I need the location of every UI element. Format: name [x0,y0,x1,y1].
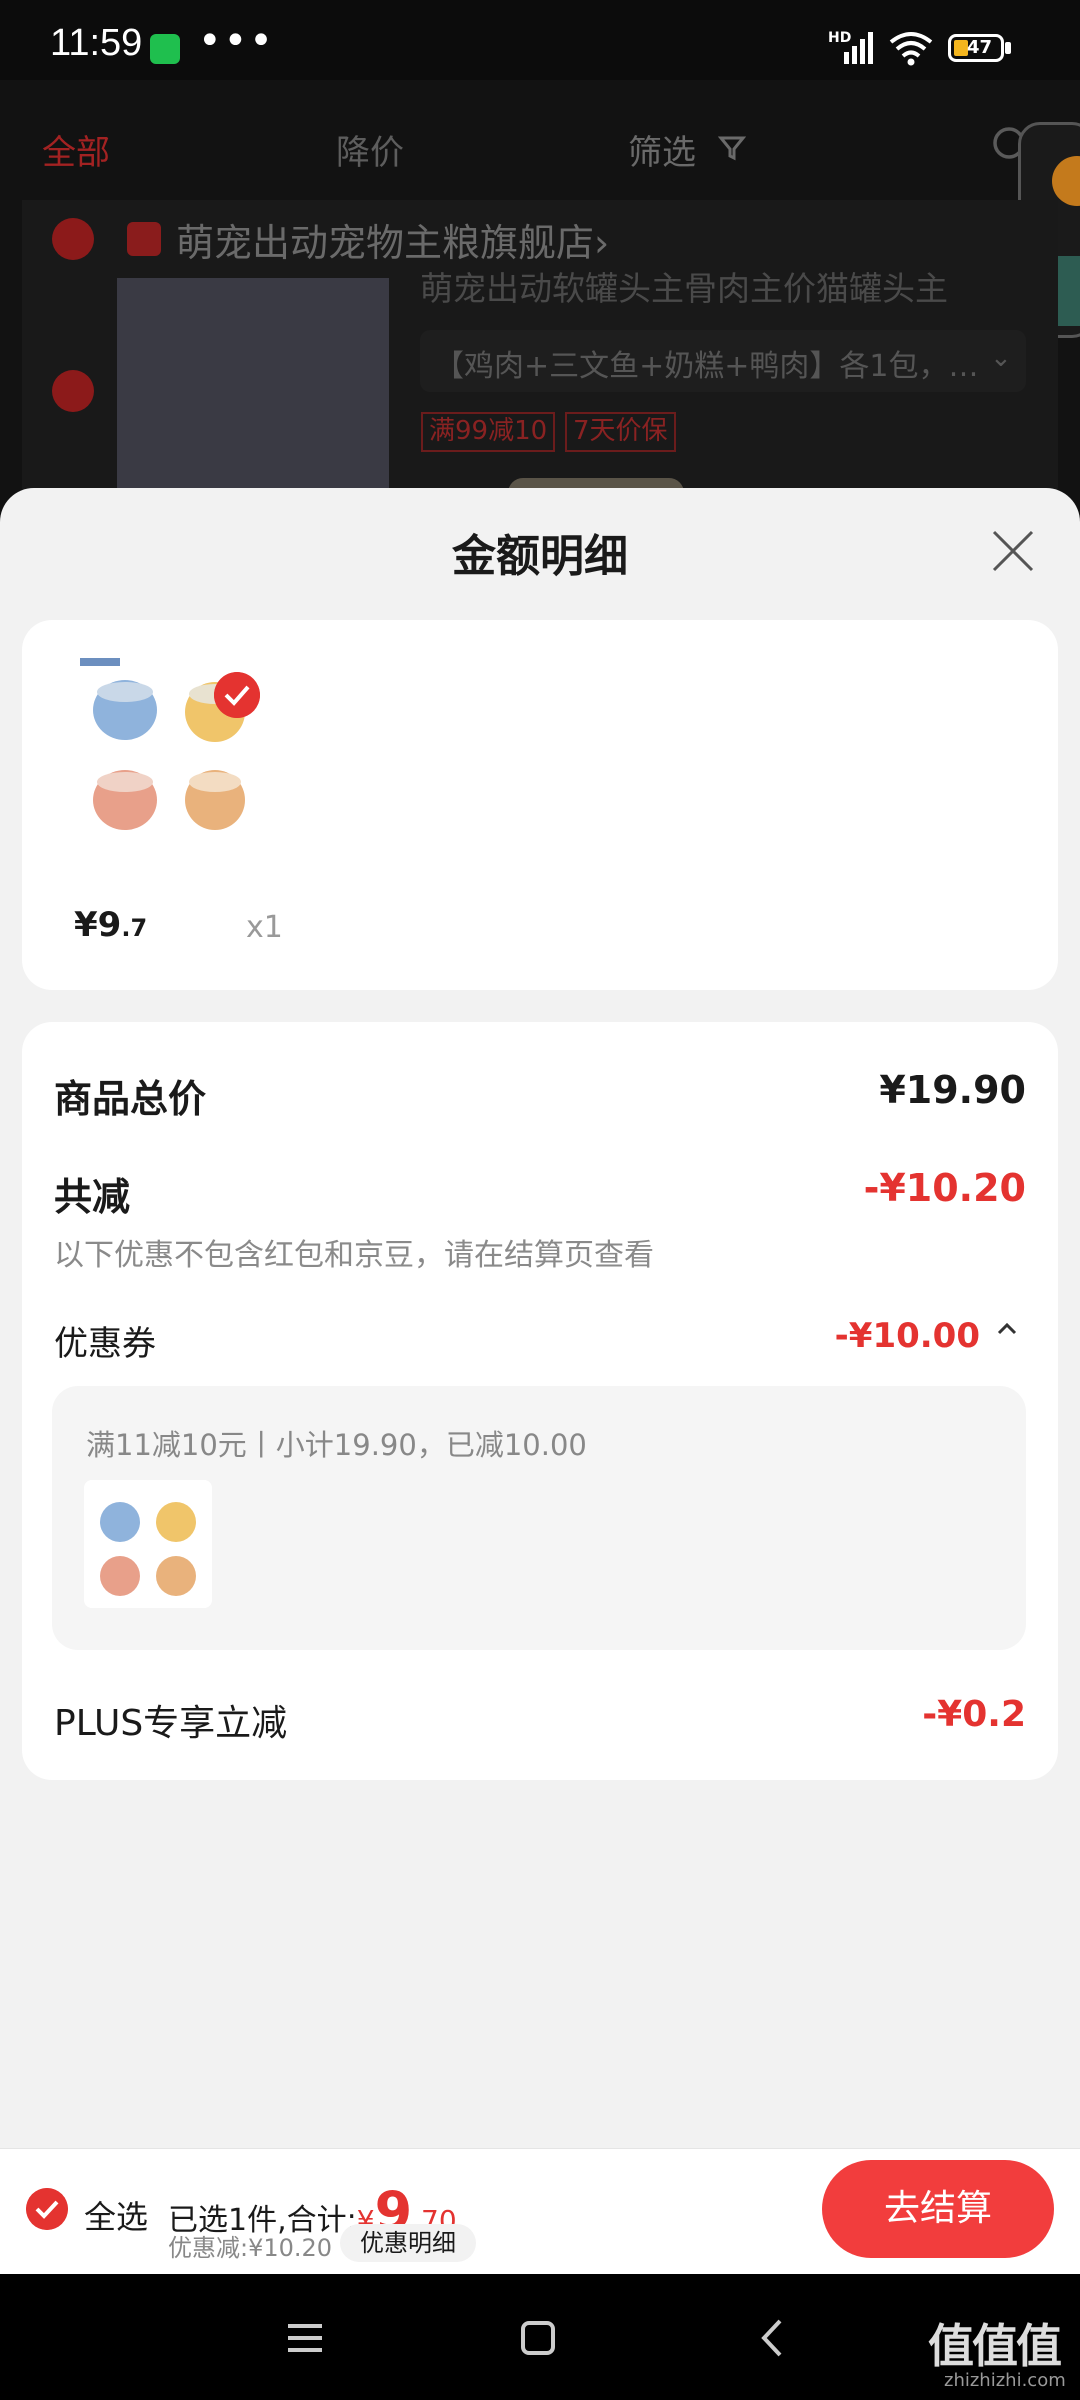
select-all-label[interactable]: 全选 [84,2192,148,2238]
total-price-value: ¥19.90 [879,1068,1026,1112]
battery-tip [1005,42,1011,54]
store-name[interactable]: 萌宠出动宠物主粮旗舰店› [176,212,609,267]
discount-detail-button[interactable]: 优惠明细 [340,2224,476,2262]
plus-discount-value: -¥0.2 [922,1694,1026,1735]
watermark-url: zhizhizhi.com [944,2370,1066,2391]
product-price: ¥9.7 [74,905,147,945]
tab-price-drop[interactable]: 降价 [336,125,404,174]
more-notifications-icon: ••• [198,18,275,64]
filter-icon[interactable] [718,134,746,162]
discount-label: 共减 [54,1175,131,1219]
price-decimal: .7 [121,914,148,942]
store-name-text: 萌宠出动宠物主粮旗舰店 [176,221,595,265]
checkout-button[interactable]: 去结算 [822,2160,1054,2258]
price-protect-tag: 7天价保 [565,412,676,452]
sheet-title: 金额明细 [452,531,628,582]
wifi-icon [889,32,933,66]
discount-value: -¥10.20 [863,1166,1026,1210]
tab-filter[interactable]: 筛选 [628,125,696,174]
chevron-right-icon: › [594,221,610,265]
back-icon[interactable] [760,2318,784,2358]
battery-icon: 47 [948,34,1004,62]
variant-text: 【鸡肉+三文鱼+奶糕+鸭肉】各1包，… [434,349,979,384]
coupon-value[interactable]: -¥10.00 [650,1316,980,1356]
tab-all[interactable]: 全部 [42,125,110,174]
total-price-label: 商品总价 [54,1077,207,1121]
promo-tag: 满99减10 [421,412,556,452]
home-icon[interactable] [520,2320,556,2356]
selected-check-icon[interactable] [214,672,260,718]
store-checkbox[interactable] [52,218,94,260]
discount-note: 以下优惠不包含红包和京豆，请在结算页查看 [54,1238,654,1273]
product-quantity: x1 [246,910,283,945]
store-logo-icon [127,222,161,256]
phone-call-icon [150,34,180,64]
product-thumbnail-dimmed[interactable] [117,278,389,498]
plus-discount-label: PLUS专享立减 [54,1703,288,1744]
product-title[interactable]: 萌宠出动软罐头主骨肉主价猫罐头主 [420,262,1020,310]
chevron-up-icon[interactable] [994,1316,1020,1342]
item-checkbox[interactable] [52,370,94,412]
close-icon[interactable] [990,528,1036,574]
status-time: 11:59 [50,22,143,64]
saved-amount: 优惠减:¥10.20 [168,2234,333,2262]
coupon-label[interactable]: 优惠券 [54,1316,156,1365]
network-type-label: HD [828,30,852,46]
chevron-down-icon: ⌄ [990,343,1012,373]
battery-level: 47 [967,37,993,58]
menu-icon[interactable] [286,2322,324,2354]
watermark-logo: 值值值 [928,2319,1062,2373]
coupon-rule: 满11减10元丨小计19.90，已减10.00 [86,1428,587,1462]
select-all-checkbox[interactable] [26,2188,68,2230]
coupon-product-image [84,1480,212,1608]
price-integer: ¥9 [74,905,122,945]
